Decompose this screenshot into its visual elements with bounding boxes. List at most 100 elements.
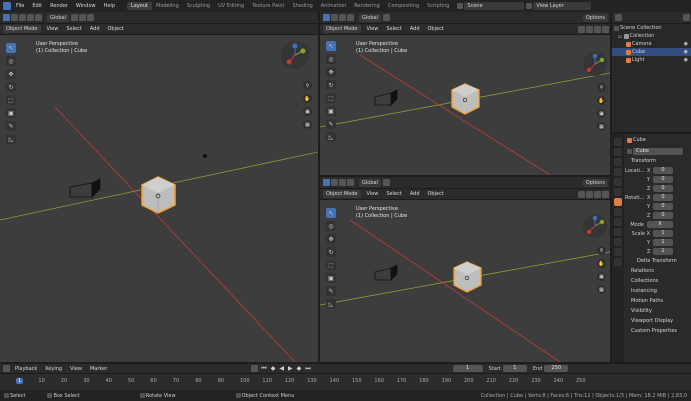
menu-file[interactable]: File (12, 3, 28, 9)
menu-view[interactable]: View (363, 26, 383, 32)
select-subtract-icon[interactable] (27, 14, 34, 21)
rotation-x-field[interactable]: 0 (653, 194, 673, 201)
menu-keying[interactable]: Keying (41, 366, 66, 372)
blender-logo-icon[interactable] (3, 2, 11, 10)
shading-rendered-icon[interactable] (602, 25, 609, 33)
select-subtract-icon[interactable] (347, 14, 354, 21)
menu-select[interactable]: Select (382, 191, 405, 197)
rotation-mode-dropdown[interactable]: X (647, 221, 673, 228)
outliner-item-cube[interactable]: Cube ◉ (612, 48, 691, 56)
menu-view[interactable]: View (43, 26, 63, 32)
view-layer-selector[interactable]: View Layer (533, 2, 592, 10)
transform-panel-header[interactable]: Transform (625, 156, 691, 166)
tab-modeling[interactable]: Modeling (152, 2, 183, 10)
rotate-tool-icon[interactable]: ↻ (6, 82, 16, 92)
rotate-tool-icon[interactable]: ↻ (326, 247, 336, 257)
orientation-dropdown[interactable]: Global (359, 13, 381, 22)
current-frame-field[interactable]: 1 (452, 365, 483, 372)
menu-object[interactable]: Object (104, 26, 128, 32)
custom-properties-panel[interactable]: Custom Properties (625, 326, 691, 336)
data-tab-icon[interactable] (614, 248, 622, 256)
select-mode-icon[interactable] (3, 14, 10, 21)
camera-view-icon[interactable]: ▣ (597, 272, 606, 281)
move-tool-icon[interactable]: ✥ (326, 234, 336, 244)
shading-wire-icon[interactable] (578, 190, 585, 198)
scene-selector[interactable]: Scene (464, 2, 525, 10)
select-extend-icon[interactable] (19, 14, 26, 21)
select-box-icon[interactable] (331, 179, 338, 186)
camera-view-icon[interactable]: ▣ (303, 107, 312, 116)
snap-icon[interactable] (382, 14, 390, 21)
particles-tab-icon[interactable] (614, 218, 622, 226)
end-frame-field[interactable]: 250 (544, 365, 569, 372)
tab-texture-paint[interactable]: Texture Paint (248, 2, 288, 10)
measure-tool-icon[interactable]: ◺ (6, 134, 16, 144)
transform-tool-icon[interactable]: ▣ (326, 273, 336, 283)
orientation-dropdown[interactable]: Global (47, 13, 69, 22)
shading-solid-icon[interactable] (586, 190, 593, 198)
menu-object[interactable]: Object (424, 26, 448, 32)
tool-tab-icon[interactable] (614, 138, 622, 146)
measure-tool-icon[interactable]: ◺ (326, 299, 336, 309)
menu-marker[interactable]: Marker (86, 366, 111, 372)
instancing-panel[interactable]: Instancing (625, 286, 691, 296)
orientation-dropdown[interactable]: Global (359, 178, 381, 187)
transform-tool-icon[interactable]: ▣ (326, 106, 336, 116)
tab-compositing[interactable]: Compositing (384, 2, 423, 10)
object-name-field[interactable]: Cube (633, 147, 683, 155)
move-tool-icon[interactable]: ✥ (6, 69, 16, 79)
play-icon[interactable]: ▶ (288, 365, 293, 372)
render-tab-icon[interactable] (614, 148, 622, 156)
material-tab-icon[interactable] (614, 258, 622, 266)
jump-start-icon[interactable]: ⏮ (261, 365, 266, 373)
shading-wire-icon[interactable] (578, 25, 585, 33)
annotate-tool-icon[interactable]: ✎ (6, 121, 16, 131)
transform-tool-icon[interactable]: ▣ (6, 108, 16, 118)
outliner-scene-collection[interactable]: Scene Collection (612, 24, 691, 32)
select-box-icon[interactable] (11, 14, 18, 21)
eye-icon[interactable]: ◉ (684, 41, 688, 47)
move-tool-icon[interactable]: ✥ (326, 67, 336, 77)
modifier-tab-icon[interactable] (614, 208, 622, 216)
shading-material-icon[interactable] (594, 25, 601, 33)
shading-solid-icon[interactable] (586, 25, 593, 33)
options-dropdown[interactable]: Options (582, 13, 608, 22)
location-z-field[interactable]: 0 (653, 185, 673, 192)
cursor-tool-icon[interactable]: ◎ (326, 54, 336, 64)
menu-edit[interactable]: Edit (28, 3, 46, 9)
motion-paths-panel[interactable]: Motion Paths (625, 296, 691, 306)
zoom-icon[interactable]: ⚲ (597, 83, 606, 92)
scale-tool-icon[interactable]: ⬚ (326, 260, 336, 270)
mode-dropdown[interactable]: Object Mode (323, 25, 361, 33)
scene-tab-icon[interactable] (614, 178, 622, 186)
menu-view[interactable]: View (66, 366, 86, 372)
delta-transform-panel[interactable]: Delta Transform (625, 256, 691, 266)
menu-window[interactable]: Window (72, 3, 100, 9)
camera-view-icon[interactable]: ▣ (597, 109, 606, 118)
cursor-tool-icon[interactable]: ◎ (326, 221, 336, 231)
shading-rendered-icon[interactable] (602, 190, 609, 198)
cursor-tool-icon[interactable]: ◎ (6, 56, 16, 66)
scale-tool-icon[interactable]: ⬚ (326, 93, 336, 103)
select-subtract-icon[interactable] (347, 179, 354, 186)
location-x-field[interactable]: 0 (653, 167, 673, 174)
record-icon[interactable] (251, 365, 259, 372)
rotation-z-field[interactable]: 0 (653, 212, 673, 219)
select-tool-icon[interactable]: ↖ (326, 208, 336, 218)
grid-icon[interactable]: ▦ (597, 285, 606, 294)
location-y-field[interactable]: 0 (653, 176, 673, 183)
shading-material-icon[interactable] (594, 190, 601, 198)
menu-object[interactable]: Object (424, 191, 448, 197)
world-tab-icon[interactable] (614, 188, 622, 196)
menu-add[interactable]: Add (86, 26, 104, 32)
zoom-icon[interactable]: ⚲ (597, 246, 606, 255)
mode-dropdown[interactable]: Object Mode (323, 190, 361, 198)
outliner-item-light[interactable]: Light ◉ (612, 56, 691, 64)
select-extend-icon[interactable] (339, 179, 346, 186)
rotation-y-field[interactable]: 0 (653, 203, 673, 210)
pan-hand-icon[interactable]: ✋ (597, 96, 606, 105)
menu-help[interactable]: Help (100, 3, 119, 9)
menu-view[interactable]: View (363, 191, 383, 197)
proportional-edit-icon[interactable] (86, 14, 94, 21)
top-right-viewport[interactable]: User Perspective (1) Collection | Cube ↖… (320, 35, 610, 175)
